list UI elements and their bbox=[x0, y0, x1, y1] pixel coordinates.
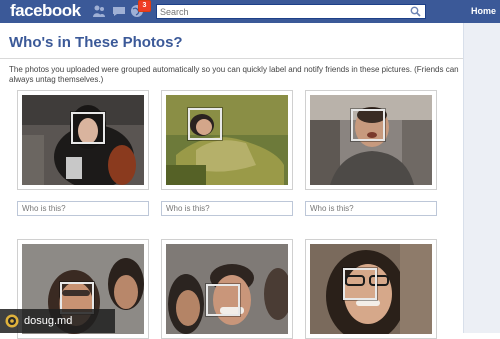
page-description: The photos you uploaded were grouped aut… bbox=[9, 65, 459, 84]
title-divider bbox=[0, 58, 463, 59]
photo-thumbnail[interactable] bbox=[22, 95, 144, 185]
top-bar: facebook 3 Home bbox=[0, 0, 500, 23]
home-link[interactable]: Home bbox=[471, 0, 496, 22]
tag-name-input[interactable] bbox=[22, 203, 142, 214]
notification-badge: 3 bbox=[138, 0, 151, 12]
friend-requests-icon[interactable] bbox=[92, 4, 106, 18]
messages-icon[interactable] bbox=[112, 4, 126, 18]
tag-name-input[interactable] bbox=[310, 203, 430, 214]
photo-thumbnail[interactable] bbox=[166, 244, 288, 334]
who-is-this-field[interactable] bbox=[161, 201, 293, 216]
tag-name-input[interactable] bbox=[166, 203, 286, 214]
page-title: Who's in These Photos? bbox=[9, 34, 183, 51]
face-tag-box[interactable] bbox=[343, 268, 377, 300]
photo-card[interactable] bbox=[161, 90, 293, 190]
watermark-logo-icon bbox=[5, 314, 19, 328]
photo-card[interactable] bbox=[305, 239, 437, 339]
watermark-text: dosug.md bbox=[24, 315, 73, 327]
search-input[interactable] bbox=[160, 5, 400, 18]
photo-thumbnail[interactable] bbox=[310, 95, 432, 185]
photo-card[interactable] bbox=[305, 90, 437, 190]
face-tag-box[interactable] bbox=[71, 112, 105, 144]
face-tag-box[interactable] bbox=[351, 109, 385, 141]
search-box[interactable] bbox=[156, 4, 426, 19]
right-sidebar bbox=[463, 23, 500, 333]
watermark: dosug.md bbox=[0, 309, 115, 333]
facebook-logo[interactable]: facebook bbox=[10, 0, 81, 22]
who-is-this-field[interactable] bbox=[305, 201, 437, 216]
photo-card[interactable] bbox=[161, 239, 293, 339]
who-is-this-field[interactable] bbox=[17, 201, 149, 216]
search-icon[interactable] bbox=[410, 6, 421, 17]
photo-thumbnail[interactable] bbox=[166, 95, 288, 185]
photo-thumbnail[interactable] bbox=[310, 244, 432, 334]
photo-card[interactable] bbox=[17, 90, 149, 190]
main-content: Who's in These Photos? The photos you up… bbox=[0, 23, 463, 339]
face-tag-box[interactable] bbox=[206, 284, 240, 316]
face-tag-box[interactable] bbox=[188, 108, 222, 140]
